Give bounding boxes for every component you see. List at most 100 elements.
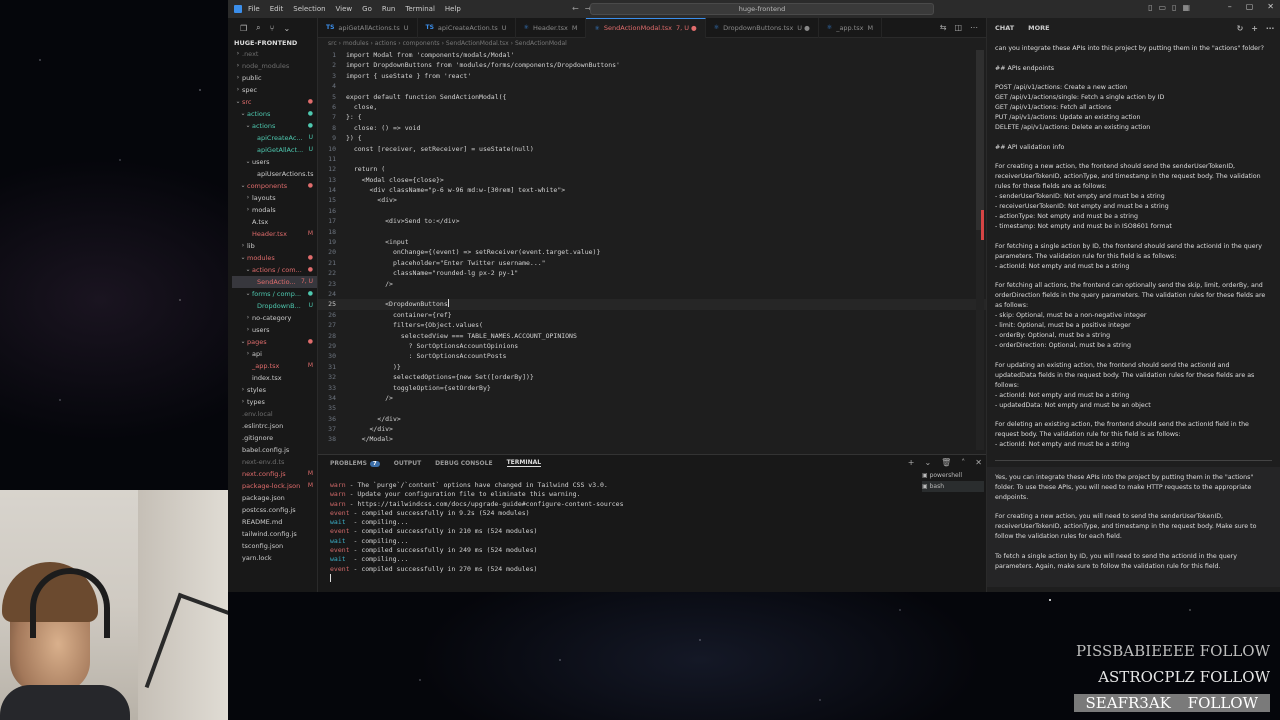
source-control-icon[interactable]: ⑂	[270, 24, 275, 33]
code-editor[interactable]: 1 import Modal from 'components/modals/Mo…	[318, 50, 986, 445]
code-line[interactable]: 5 export default function SendActionModal…	[318, 92, 986, 102]
code-line[interactable]: 33 toggleOption={setOrderBy}	[318, 383, 986, 393]
maximize-panel-icon[interactable]: ˄	[961, 458, 965, 467]
code-line[interactable]: 27 filters={Object.values(	[318, 320, 986, 330]
tree-item[interactable]: postcss.config.js	[232, 504, 317, 516]
tree-item[interactable]: tsconfig.json	[232, 540, 317, 552]
tree-item[interactable]: ⌄ forms / comp... ●	[232, 288, 317, 300]
code-line[interactable]: 18	[318, 227, 986, 237]
maximize-icon[interactable]: ▢	[1246, 2, 1254, 11]
minimap[interactable]	[976, 50, 984, 450]
code-line[interactable]: 20 onChange={(event) => setReceiver(even…	[318, 247, 986, 257]
chevron-down-icon[interactable]: ⌄	[283, 24, 290, 33]
tree-item[interactable]: › lib	[232, 240, 317, 252]
tree-item[interactable]: › no-category	[232, 312, 317, 324]
toggle-sidebar-icon[interactable]: ▯	[1148, 3, 1152, 12]
close-panel-icon[interactable]: ✕	[975, 458, 982, 467]
tree-item[interactable]: yarn.lock	[232, 552, 317, 564]
refresh-icon[interactable]: ↻	[1237, 24, 1244, 33]
code-line[interactable]: 9}) {	[318, 133, 986, 143]
code-line[interactable]: 31 )}	[318, 362, 986, 372]
code-line[interactable]: 4	[318, 81, 986, 91]
code-line[interactable]: 13 <Modal close={close}>	[318, 175, 986, 185]
code-line[interactable]: 35	[318, 403, 986, 413]
menu-item-help[interactable]: Help	[445, 5, 461, 13]
menu-item-file[interactable]: File	[248, 5, 260, 13]
tree-item[interactable]: package.json	[232, 492, 317, 504]
tree-item[interactable]: › layouts	[232, 192, 317, 204]
tab-terminal[interactable]: TERMINAL	[506, 459, 542, 467]
tab-more[interactable]: MORE	[1028, 24, 1049, 32]
tree-item[interactable]: A.tsx	[232, 216, 317, 228]
split-editor-icon[interactable]: ◫	[954, 23, 962, 32]
tree-item[interactable]: › .next	[232, 48, 317, 60]
tree-item[interactable]: _app.tsx M	[232, 360, 317, 372]
code-line[interactable]: 15 <div>	[318, 195, 986, 205]
editor-tab[interactable]: ⚛ Header.tsx M	[516, 17, 587, 38]
code-line[interactable]: 6 close,	[318, 102, 986, 112]
minimize-icon[interactable]: –	[1228, 2, 1232, 11]
customize-layout-icon[interactable]: ▦	[1182, 3, 1190, 12]
editor-tab[interactable]: ⚛ _app.tsx M	[819, 17, 883, 38]
terminal-instance[interactable]: ▣ powershell	[922, 470, 984, 481]
tree-item[interactable]: next-env.d.ts	[232, 456, 317, 468]
menu-item-edit[interactable]: Edit	[270, 5, 284, 13]
code-line[interactable]: 25 <DropdownButtons	[318, 299, 986, 310]
code-line[interactable]: 11	[318, 154, 986, 164]
code-line[interactable]: 8 close: () => void	[318, 123, 986, 133]
tree-item[interactable]: ⌄ modules ●	[232, 252, 317, 264]
code-line[interactable]: 38 </Modal>	[318, 434, 986, 444]
tree-item[interactable]: ⌄ actions / com... ●	[232, 264, 317, 276]
tree-item[interactable]: Header.tsx M	[232, 228, 317, 240]
toggle-panel-icon[interactable]: ▭	[1158, 3, 1166, 12]
tree-item[interactable]: .eslintrc.json	[232, 420, 317, 432]
tree-item[interactable]: tailwind.config.js	[232, 528, 317, 540]
code-line[interactable]: 16	[318, 206, 986, 216]
tree-item[interactable]: ⌄ actions ●	[232, 108, 317, 120]
terminal-output[interactable]: warn - The `purge`/`content` options hav…	[318, 471, 986, 583]
terminal-dropdown-icon[interactable]: ⌄	[924, 458, 931, 467]
code-line[interactable]: 23 />	[318, 279, 986, 289]
tree-item[interactable]: › types	[232, 396, 317, 408]
minimap-slider[interactable]	[976, 50, 984, 230]
terminal-prompt[interactable]	[330, 573, 974, 583]
tree-item[interactable]: › public	[232, 72, 317, 84]
tree-item[interactable]: › node_modules	[232, 60, 317, 72]
add-icon[interactable]: +	[1251, 24, 1258, 33]
tree-item[interactable]: apiCreateAc... U	[232, 132, 317, 144]
code-line[interactable]: 34 />	[318, 393, 986, 403]
tree-item[interactable]: index.tsx	[232, 372, 317, 384]
tree-item[interactable]: ⌄ components ●	[232, 180, 317, 192]
tree-item[interactable]: DropdownB... U	[232, 300, 317, 312]
code-line[interactable]: 2 import DropdownButtons from 'modules/fo…	[318, 60, 986, 70]
editor-tab[interactable]: TS apiGetAllActions.ts U	[318, 17, 418, 38]
menu-item-terminal[interactable]: Terminal	[405, 5, 435, 13]
tree-item[interactable]: .gitignore	[232, 432, 317, 444]
command-center-search[interactable]: huge-frontend	[590, 3, 934, 15]
code-line[interactable]: 3 import { useState } from 'react'	[318, 71, 986, 81]
code-line[interactable]: 17 <div>Send to:</div>	[318, 216, 986, 226]
tree-item[interactable]: › styles	[232, 384, 317, 396]
tree-item[interactable]: › api	[232, 348, 317, 360]
toggle-secondary-sidebar-icon[interactable]: ▯	[1172, 3, 1176, 12]
code-line[interactable]: 36 </div>	[318, 414, 986, 424]
menu-item-selection[interactable]: Selection	[293, 5, 325, 13]
tab-problems[interactable]: PROBLEMS 7	[330, 460, 380, 467]
more-icon[interactable]: ⋯	[1266, 24, 1274, 33]
tree-item[interactable]: › users	[232, 324, 317, 336]
code-line[interactable]: 37 </div>	[318, 424, 986, 434]
kill-terminal-icon[interactable]: 🗑	[941, 458, 951, 467]
tree-item[interactable]: package-lock.json M	[232, 480, 317, 492]
code-line[interactable]: 14 <div className="p-6 w-96 md:w-[30rem]…	[318, 185, 986, 195]
code-line[interactable]: 19 <input	[318, 237, 986, 247]
tree-item[interactable]: next.config.js M	[232, 468, 317, 480]
tree-item[interactable]: › modals	[232, 204, 317, 216]
editor-tab[interactable]: ⚛ DropdownButtons.tsx U ●	[706, 17, 819, 38]
tree-item[interactable]: babel.config.js	[232, 444, 317, 456]
files-icon[interactable]: ❐	[240, 24, 247, 33]
tab-debug-console[interactable]: DEBUG CONSOLE	[435, 460, 492, 467]
tree-item[interactable]: ⌄ actions ●	[232, 120, 317, 132]
tree-item[interactable]: apiUserActions.ts	[232, 168, 317, 180]
tab-output[interactable]: OUTPUT	[394, 460, 421, 467]
code-line[interactable]: 7}: {	[318, 112, 986, 122]
